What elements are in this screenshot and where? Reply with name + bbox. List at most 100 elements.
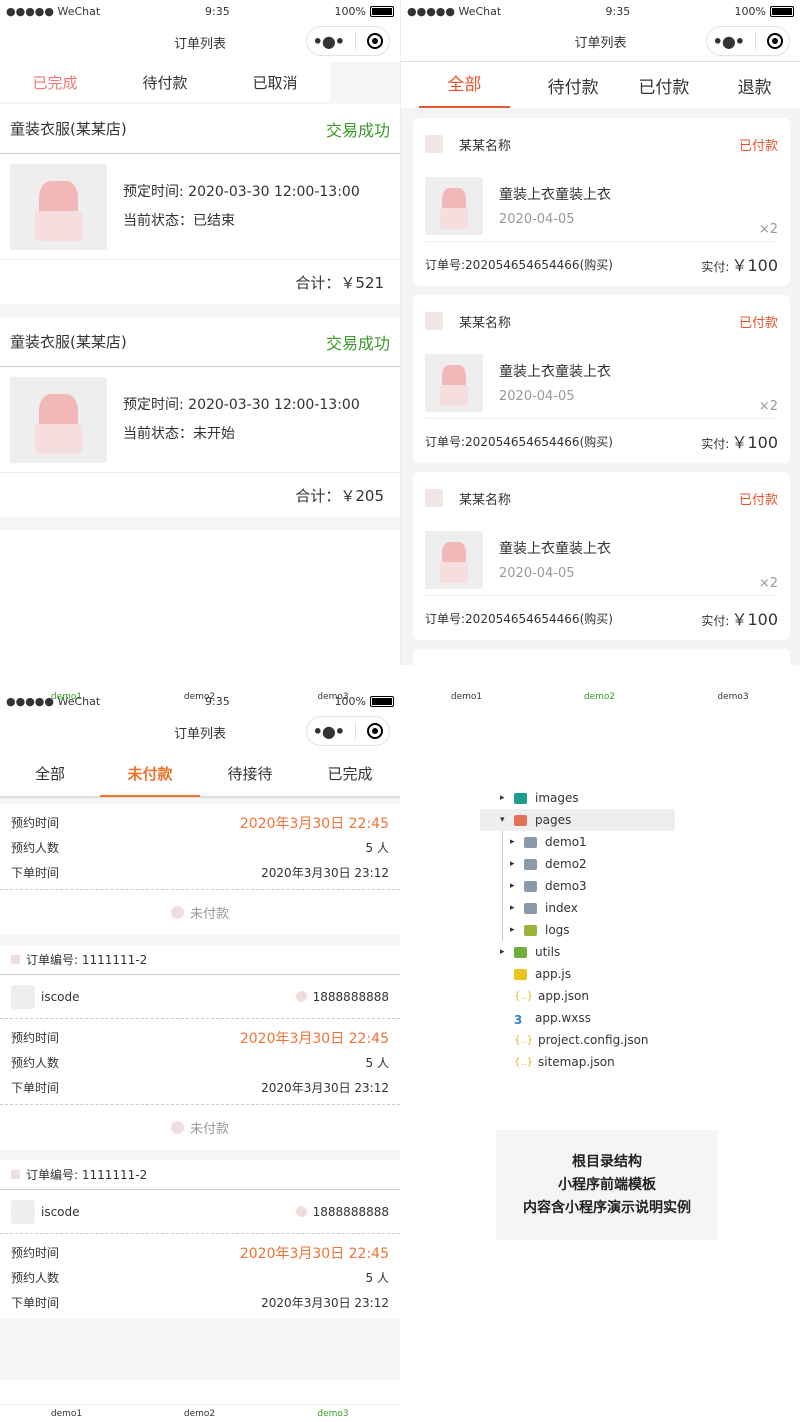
tree-item-label: utils: [535, 945, 561, 959]
close-icon[interactable]: [767, 33, 784, 49]
info-label: 预约时间: [11, 1031, 60, 1045]
order-card[interactable]: 某某名称 已付款 童装上衣童装上衣 2020-04-05 ×2 订单号:202054654…: [413, 295, 790, 463]
tree-item[interactable]: 3 app.wxss: [480, 1007, 675, 1029]
status-badge: 已付款: [738, 492, 778, 508]
order-icon: [11, 955, 20, 964]
tree-item[interactable]: ▸ index: [480, 897, 675, 919]
tab-awaiting[interactable]: 待接待: [200, 751, 300, 797]
payment-status: 未付款: [189, 907, 229, 922]
paid-amount: ￥100: [731, 256, 778, 275]
status-badge: 已付款: [738, 138, 778, 154]
expand-arrow-icon[interactable]: ▸: [500, 947, 514, 957]
clock: 9:35: [205, 4, 230, 18]
tree-item-label: app.js: [535, 967, 571, 981]
tab-paid[interactable]: 已付款: [619, 73, 710, 98]
avatar: [11, 984, 35, 1009]
file-tree-panel: ▸ images ▾ pages ▸ demo1 ▸ demo2 ▸ demo3 ▸ index ▸ lo…: [400, 690, 800, 1422]
order-state: 当前状态：未开始: [123, 425, 235, 442]
tab-demo2[interactable]: demo2: [133, 692, 266, 702]
info-label: 预约人数: [11, 1056, 60, 1070]
shop-name: 某某名称: [459, 138, 512, 154]
info-label: 下单时间: [11, 1296, 60, 1310]
tab-all[interactable]: 全部: [419, 62, 510, 108]
order-state: 当前状态：已结束: [123, 212, 235, 229]
order-date: 2020-04-05: [499, 212, 575, 227]
product-title: 童装上衣童装上衣: [499, 364, 611, 380]
tree-item-label: index: [545, 901, 578, 915]
phone-number: 1888888888: [312, 989, 389, 1004]
tree-item[interactable]: ▸ demo2: [480, 853, 675, 875]
expand-arrow-icon[interactable]: ▸: [500, 793, 514, 803]
tree-item[interactable]: ▸ demo3: [480, 875, 675, 897]
tab-pending-payment[interactable]: 待付款: [110, 72, 220, 93]
tab-unpaid[interactable]: 未付款: [100, 751, 200, 797]
tree-item[interactable]: {..} project.config.json: [480, 1029, 675, 1051]
expand-arrow-icon[interactable]: ▸: [510, 903, 524, 913]
more-icon[interactable]: •●•: [313, 32, 345, 51]
more-icon[interactable]: •●•: [313, 722, 345, 741]
order-card[interactable]: 童装衣服(某某店) 交易成功 预定时间: 2020-03-30 12:00-13…: [0, 317, 400, 517]
order-card[interactable]: 订单编号: 1111111-2 iscode 1888888888 预约时间 2020年…: [0, 1160, 400, 1319]
tree-item[interactable]: {..} app.json: [480, 985, 675, 1007]
info-row: 下单时间 2020年3月30日 23:12: [11, 860, 389, 885]
tree-item[interactable]: app.js: [480, 963, 675, 985]
tab-all[interactable]: 全部: [0, 751, 100, 797]
folder-utils-icon: [514, 946, 527, 958]
folder-icon: [524, 836, 537, 848]
expand-arrow-icon[interactable]: ▸: [510, 859, 524, 869]
tab-cancelled[interactable]: 已取消: [220, 72, 330, 93]
order-card[interactable]: 某某名称 已付款 童装上衣童装上衣 2020-04-05 ×2 订单号:202054654…: [413, 472, 790, 640]
tree-item[interactable]: ▸ logs: [480, 919, 675, 941]
info-value: 2020年3月30日 22:45: [239, 1245, 389, 1262]
tab-demo3[interactable]: demo3: [266, 692, 400, 702]
caption-line: 小程序前端模板: [558, 1176, 656, 1193]
quantity: ×2: [758, 222, 778, 237]
tab-done[interactable]: 已完成: [300, 751, 400, 797]
status-badge: 交易成功: [325, 120, 390, 140]
tree-item[interactable]: ▸ images: [480, 787, 675, 809]
close-icon[interactable]: [367, 723, 384, 739]
more-icon[interactable]: •●•: [713, 32, 745, 51]
phone-icon: [295, 991, 307, 1002]
tree-item[interactable]: {..} sitemap.json: [480, 1051, 675, 1073]
order-card[interactable]: 某某名称 已付款 童装上衣童装上衣 2020-04-05 ×2 订单号:202054654…: [413, 118, 790, 286]
info-row: 预约人数 5 人: [11, 835, 389, 860]
tab-demo1[interactable]: demo1: [0, 1409, 133, 1419]
tab-demo3[interactable]: demo3: [666, 692, 800, 702]
tab-pending-payment[interactable]: 待付款: [528, 73, 619, 98]
order-card[interactable]: 童装衣服(某某店) 交易成功 预定时间: 2020-03-30 12:00-13…: [0, 104, 400, 304]
tab-demo1[interactable]: demo1: [0, 692, 133, 702]
info-row: 预约人数 5 人: [11, 1265, 389, 1290]
battery-icon: [769, 5, 794, 17]
info-row: 预约时间 2020年3月30日 22:45: [11, 810, 389, 835]
folder-pages-icon: [514, 814, 527, 826]
status-bar: ●●●●● WeChat 9:35 100%: [0, 0, 400, 22]
expand-arrow-icon[interactable]: ▸: [510, 925, 524, 935]
order-card[interactable]: 预约时间 2020年3月30日 22:45 预约人数 5 人下单时间 2020年3月30…: [0, 804, 400, 935]
json-icon: {..}: [514, 1056, 534, 1068]
js-icon: [514, 968, 527, 980]
info-label: 预约人数: [11, 1271, 60, 1285]
tab-demo1[interactable]: demo1: [400, 692, 533, 702]
tree-item[interactable]: ▸ utils: [480, 941, 675, 963]
expand-arrow-icon[interactable]: ▸: [510, 837, 524, 847]
booking-time: 预定时间: 2020-03-30 12:00-13:00: [123, 183, 360, 200]
folder-icon: [524, 858, 537, 870]
tab-demo2[interactable]: demo2: [533, 692, 666, 702]
close-icon[interactable]: [367, 33, 384, 49]
info-value: 5 人: [365, 1056, 389, 1070]
tree-item[interactable]: ▾ pages: [480, 809, 675, 831]
shop-icon: [425, 489, 443, 507]
mini-program-capsule: •●•: [306, 716, 390, 746]
tree-item[interactable]: ▸ demo1: [480, 831, 675, 853]
order-card[interactable]: 订单编号: 1111111-2 iscode 1888888888 预约时间 2020年…: [0, 945, 400, 1150]
tab-completed[interactable]: 已完成: [0, 72, 110, 93]
folder-logs-icon: [524, 924, 537, 936]
expand-arrow-icon[interactable]: ▾: [500, 815, 514, 825]
tab-refund[interactable]: 退款: [709, 73, 800, 98]
tab-demo3[interactable]: demo3: [266, 1409, 400, 1419]
tab-demo2[interactable]: demo2: [133, 1409, 266, 1419]
tree-item-label: logs: [545, 923, 570, 937]
product-title: 童装上衣童装上衣: [499, 541, 611, 557]
expand-arrow-icon[interactable]: ▸: [510, 881, 524, 891]
